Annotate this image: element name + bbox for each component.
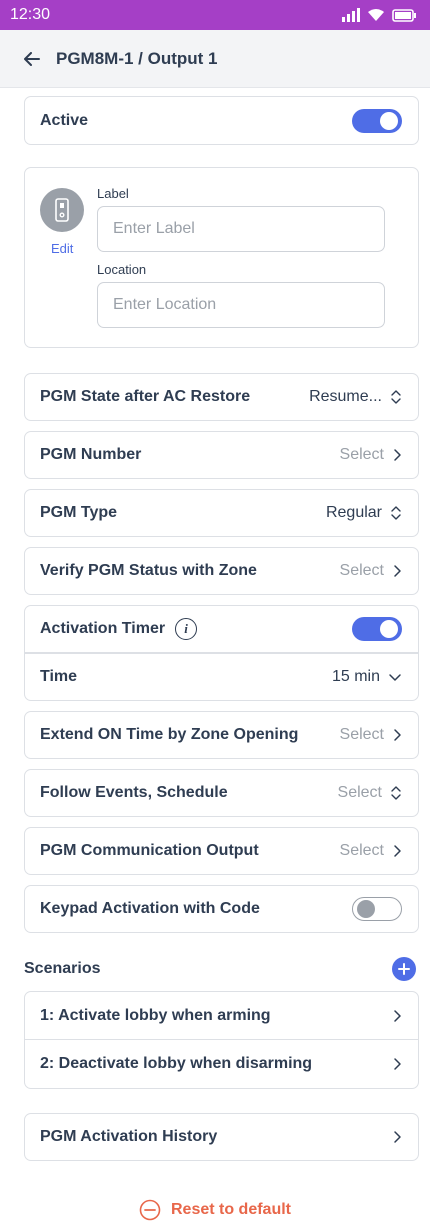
info-icon[interactable]: i xyxy=(175,618,198,640)
time-value: 15 min xyxy=(331,668,380,685)
pgm-number-value: Select xyxy=(339,446,384,463)
activation-history-row[interactable]: PGM Activation History xyxy=(24,1113,419,1161)
status-icons xyxy=(342,8,416,22)
chevron-right-icon xyxy=(394,845,401,857)
toggle-knob xyxy=(380,111,398,130)
add-scenario-button[interactable] xyxy=(392,957,416,981)
active-label: Active xyxy=(40,111,89,129)
keypad-activation-label: Keypad Activation with Code xyxy=(40,900,260,917)
chevron-up-down-icon xyxy=(391,786,401,800)
toggle-knob xyxy=(357,899,375,918)
extend-on-value: Select xyxy=(339,726,384,743)
ac-restore-value: Resume... xyxy=(309,388,382,405)
app-bar: PGM8M-1 / Output 1 xyxy=(0,30,430,88)
identity-card: Edit Label Location xyxy=(24,167,419,348)
follow-events-row[interactable]: Follow Events, Schedule Select xyxy=(24,769,419,817)
keypad-activation-row: Keypad Activation with Code xyxy=(24,885,419,933)
activation-timer-label: Activation Timer i xyxy=(40,618,198,640)
scenario-item[interactable]: 2: Deactivate lobby when disarming xyxy=(25,1040,418,1088)
pgm-type-label: PGM Type xyxy=(40,504,118,521)
extend-on-row[interactable]: Extend ON Time by Zone Opening Select xyxy=(24,711,419,759)
edit-link[interactable]: Edit xyxy=(51,241,73,256)
device-avatar[interactable] xyxy=(40,188,84,232)
scenario-label: 1: Activate lobby when arming xyxy=(40,1006,271,1024)
follow-events-label: Follow Events, Schedule xyxy=(40,784,228,801)
battery-icon xyxy=(392,8,416,22)
chevron-up-down-icon xyxy=(391,506,401,520)
signal-icon xyxy=(342,8,360,22)
follow-events-value: Select xyxy=(337,784,382,801)
plus-icon xyxy=(398,963,410,975)
label-input[interactable] xyxy=(97,206,385,252)
verify-zone-value: Select xyxy=(339,562,384,579)
scenarios-list: 1: Activate lobby when arming 2: Deactiv… xyxy=(24,991,419,1089)
location-input[interactable] xyxy=(97,282,385,328)
reset-to-default-button[interactable]: Reset to default xyxy=(0,1199,430,1221)
label-title: Label xyxy=(97,186,129,201)
pgm-number-row[interactable]: PGM Number Select xyxy=(24,431,419,479)
scenario-label: 2: Deactivate lobby when disarming xyxy=(40,1055,313,1072)
chevron-up-down-icon xyxy=(391,390,401,404)
location-title: Location xyxy=(97,262,147,277)
extend-on-label: Extend ON Time by Zone Opening xyxy=(40,726,299,743)
status-time: 12:30 xyxy=(10,6,51,23)
toggle-knob xyxy=(380,620,398,638)
chevron-right-icon xyxy=(394,1058,401,1070)
comm-output-value: Select xyxy=(339,842,384,859)
chevron-right-icon xyxy=(394,1131,401,1143)
page-title: PGM8M-1 / Output 1 xyxy=(56,48,218,68)
comm-output-row[interactable]: PGM Communication Output Select xyxy=(24,827,419,875)
chevron-right-icon xyxy=(394,565,401,577)
pgm-type-row[interactable]: PGM Type Regular xyxy=(24,489,419,537)
chevron-right-icon xyxy=(394,729,401,741)
ac-restore-row[interactable]: PGM State after AC Restore Resume... xyxy=(24,373,419,421)
active-toggle[interactable] xyxy=(352,108,402,133)
active-row: Active xyxy=(24,96,419,145)
reset-label: Reset to default xyxy=(170,1201,291,1218)
ac-restore-label: PGM State after AC Restore xyxy=(40,388,251,405)
minus-circle-icon xyxy=(139,1199,161,1221)
pgm-number-label: PGM Number xyxy=(40,446,142,463)
time-row[interactable]: Time 15 min xyxy=(24,653,419,701)
activation-timer-toggle[interactable] xyxy=(352,617,402,641)
chevron-right-icon xyxy=(394,1009,401,1022)
pgm-type-value: Regular xyxy=(325,504,382,521)
activation-timer-row: Activation Timer i xyxy=(24,605,419,653)
device-icon xyxy=(55,198,69,222)
back-arrow-icon[interactable] xyxy=(24,51,40,66)
scenarios-title: Scenarios xyxy=(24,960,101,977)
wifi-icon xyxy=(368,9,384,21)
time-label: Time xyxy=(40,668,78,685)
status-bar: 12:30 xyxy=(0,0,430,30)
chevron-right-icon xyxy=(394,449,401,461)
keypad-activation-toggle[interactable] xyxy=(352,897,402,921)
activation-history-label: PGM Activation History xyxy=(40,1128,218,1145)
comm-output-label: PGM Communication Output xyxy=(40,842,259,859)
verify-zone-row[interactable]: Verify PGM Status with Zone Select xyxy=(24,547,419,595)
verify-zone-label: Verify PGM Status with Zone xyxy=(40,562,257,579)
scenario-item[interactable]: 1: Activate lobby when arming xyxy=(25,992,418,1040)
chevron-down-icon xyxy=(389,674,401,681)
